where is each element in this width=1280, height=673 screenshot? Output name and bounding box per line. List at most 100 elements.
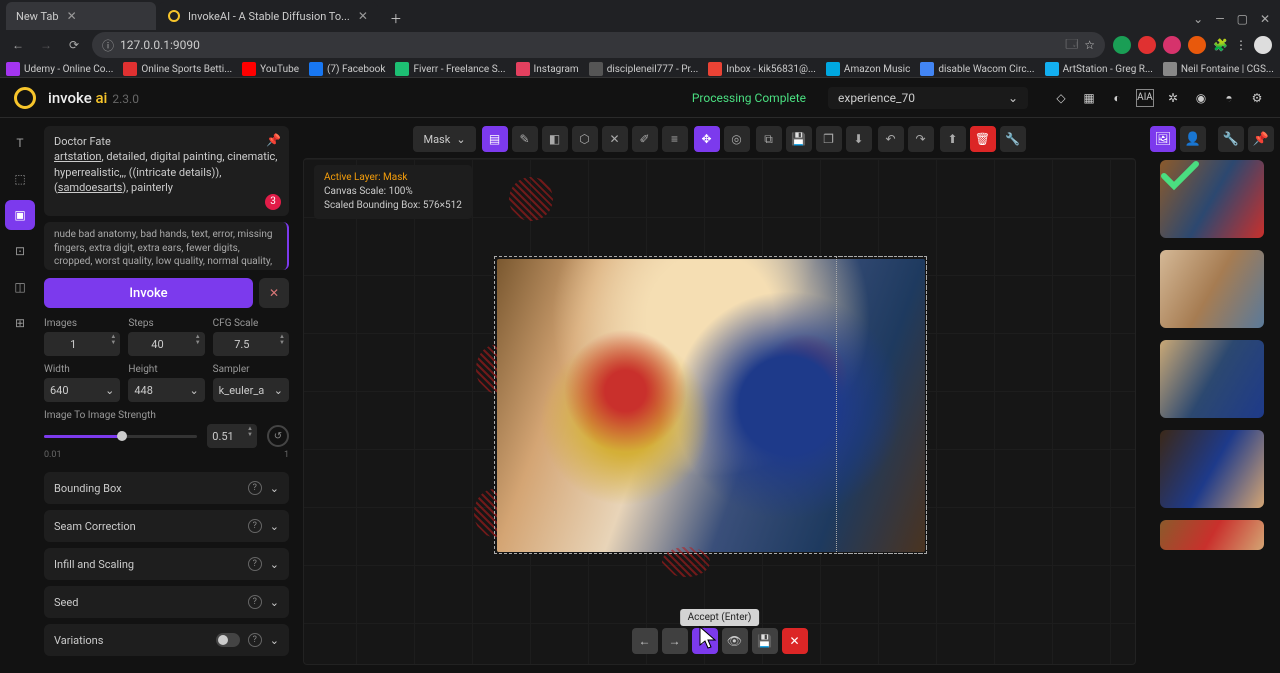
bookmark-star-icon[interactable]: ☆ <box>1084 38 1095 52</box>
rail-training-icon[interactable]: ◫ <box>5 272 35 302</box>
back-button[interactable]: ← <box>8 35 28 55</box>
thumbnail[interactable] <box>1160 160 1264 238</box>
tab-new-tab[interactable]: New Tab ✕ <box>6 2 156 30</box>
discord-icon[interactable]: ◓ <box>1220 89 1238 107</box>
new-tab-button[interactable]: ＋ <box>384 6 408 30</box>
close-icon[interactable]: ✕ <box>358 9 368 23</box>
layer-select[interactable]: Mask⌄ <box>413 126 475 152</box>
info-icon[interactable]: ? <box>248 595 262 609</box>
strength-slider[interactable] <box>44 435 197 438</box>
language-icon[interactable]: AǀA <box>1136 89 1154 107</box>
height-select[interactable]: 448⌄ <box>128 378 204 402</box>
save-staging-icon[interactable]: 💾 <box>752 628 778 654</box>
copy-icon[interactable]: ❐ <box>816 126 842 152</box>
width-select[interactable]: 640⌄ <box>44 378 120 402</box>
clear-icon[interactable]: ✕ <box>602 126 628 152</box>
show-hide-icon[interactable]: 👁 <box>722 628 748 654</box>
extension-icon[interactable] <box>1188 36 1206 54</box>
toggle-switch[interactable] <box>216 633 240 647</box>
reset-view-icon[interactable]: ◎ <box>724 126 750 152</box>
extension-icon[interactable] <box>1163 36 1181 54</box>
profile-avatar-icon[interactable] <box>1254 36 1272 54</box>
next-icon[interactable]: → <box>662 628 688 654</box>
bookmark-item[interactable]: Neil Fontaine | CGS... <box>1163 62 1274 76</box>
kebab-icon[interactable]: ⋮ <box>1235 38 1247 52</box>
close-window-icon[interactable]: ✕ <box>1260 12 1270 26</box>
bookmark-item[interactable]: Instagram <box>516 62 579 76</box>
pin-icon[interactable]: 📌 <box>266 132 281 149</box>
bookmark-item[interactable]: Inbox - kik56831@... <box>708 62 816 76</box>
gallery-pin-icon[interactable]: 📌 <box>1248 126 1274 152</box>
bookmark-item[interactable]: Udemy - Online Co... <box>6 62 113 76</box>
translate-icon[interactable]: 🗔 <box>1065 35 1078 56</box>
gallery-user-tab-icon[interactable]: 👤 <box>1180 126 1206 152</box>
save-icon[interactable]: 💾 <box>786 126 812 152</box>
stepper-icon[interactable]: ▲▼ <box>195 334 201 346</box>
rail-img2img-icon[interactable]: ⬚ <box>5 164 35 194</box>
canvas-viewport[interactable]: Active Layer: Mask Canvas Scale: 100% Sc… <box>303 158 1136 665</box>
prev-icon[interactable]: ← <box>632 628 658 654</box>
discard-icon[interactable]: ✕ <box>782 628 808 654</box>
cancel-button[interactable]: ✕ <box>259 278 289 308</box>
stepper-icon[interactable]: ▲▼ <box>247 426 253 438</box>
stepper-icon[interactable]: ▲▼ <box>279 334 285 346</box>
settings-icon[interactable]: 🔧 <box>1000 126 1026 152</box>
thumbnail[interactable] <box>1160 520 1264 550</box>
menu-icon[interactable]: ≡ <box>662 126 688 152</box>
accordion-seed[interactable]: Seed?⌄ <box>44 586 289 618</box>
chevron-down-icon[interactable]: ⌄ <box>1193 12 1203 26</box>
generated-image[interactable] <box>497 259 925 552</box>
bookmark-item[interactable]: disable Wacom Circ... <box>920 62 1034 76</box>
eraser-icon[interactable]: ◧ <box>542 126 568 152</box>
info-icon[interactable]: ? <box>248 557 262 571</box>
close-icon[interactable]: ✕ <box>67 9 77 23</box>
settings-icon[interactable]: ⚙ <box>1248 89 1266 107</box>
merge-icon[interactable]: ⧉ <box>756 126 782 152</box>
gallery-images-tab-icon[interactable]: 🖼 <box>1150 126 1176 152</box>
info-icon[interactable]: ? <box>248 519 262 533</box>
sampler-select[interactable]: k_euler_a⌄ <box>213 378 289 402</box>
thumbnail[interactable] <box>1160 340 1264 418</box>
images-input[interactable] <box>44 332 120 356</box>
palette-icon[interactable]: ◐ <box>1108 89 1126 107</box>
bookmark-item[interactable]: Fiverr - Freelance S... <box>395 62 505 76</box>
reload-button[interactable]: ⟳ <box>64 35 84 55</box>
bookmark-item[interactable]: (7) Facebook <box>309 62 385 76</box>
upload-icon[interactable]: ⬆ <box>940 126 966 152</box>
reset-icon[interactable]: ↺ <box>267 425 289 447</box>
rail-canvas-icon[interactable]: ▣ <box>5 200 35 230</box>
thumbnail[interactable] <box>1160 430 1264 508</box>
fill-icon[interactable]: ⬡ <box>572 126 598 152</box>
steps-input[interactable] <box>128 332 204 356</box>
thumbnail[interactable] <box>1160 250 1264 328</box>
info-icon[interactable]: ? <box>248 633 262 647</box>
rail-text2img-icon[interactable]: T <box>5 128 35 158</box>
undo-icon[interactable]: ↶ <box>878 126 904 152</box>
model-select[interactable]: experience_70 ⌄ <box>828 87 1028 109</box>
github-icon[interactable]: ◉ <box>1192 89 1210 107</box>
minimize-icon[interactable]: — <box>1215 12 1224 26</box>
move-icon[interactable]: ✥ <box>694 126 720 152</box>
address-bar[interactable]: ⓘ 127.0.0.1:9090 🗔 ☆ <box>92 32 1105 58</box>
stepper-icon[interactable]: ▲▼ <box>110 334 116 346</box>
rail-extra-icon[interactable]: ⊞ <box>5 308 35 338</box>
accordion-infill-and-scaling[interactable]: Infill and Scaling?⌄ <box>44 548 289 580</box>
cube-icon[interactable]: ◇ <box>1052 89 1070 107</box>
redo-icon[interactable]: ↷ <box>908 126 934 152</box>
download-icon[interactable]: ⬇ <box>846 126 872 152</box>
tab-invokeai[interactable]: InvokeAI - A Stable Diffusion To... ✕ <box>158 2 378 30</box>
cfg-input[interactable] <box>213 332 289 356</box>
maximize-icon[interactable]: ▢ <box>1237 12 1248 26</box>
rail-nodes-icon[interactable]: ⊡ <box>5 236 35 266</box>
accordion-variations[interactable]: Variations?⌄ <box>44 624 289 656</box>
gallery-settings-icon[interactable]: 🔧 <box>1218 126 1244 152</box>
pencil-icon[interactable]: ✎ <box>512 126 538 152</box>
accordion-seam-correction[interactable]: Seam Correction?⌄ <box>44 510 289 542</box>
invoke-button[interactable]: Invoke <box>44 278 253 308</box>
eyedropper-icon[interactable]: ✐ <box>632 126 658 152</box>
positive-prompt[interactable]: 📌 Doctor Fate artstation, detailed, digi… <box>44 126 289 216</box>
bug-icon[interactable]: ✲ <box>1164 89 1182 107</box>
extensions-menu-icon[interactable]: 🧩 <box>1213 38 1228 52</box>
extension-icon[interactable] <box>1138 36 1156 54</box>
bookmark-item[interactable]: Online Sports Betti... <box>123 62 232 76</box>
